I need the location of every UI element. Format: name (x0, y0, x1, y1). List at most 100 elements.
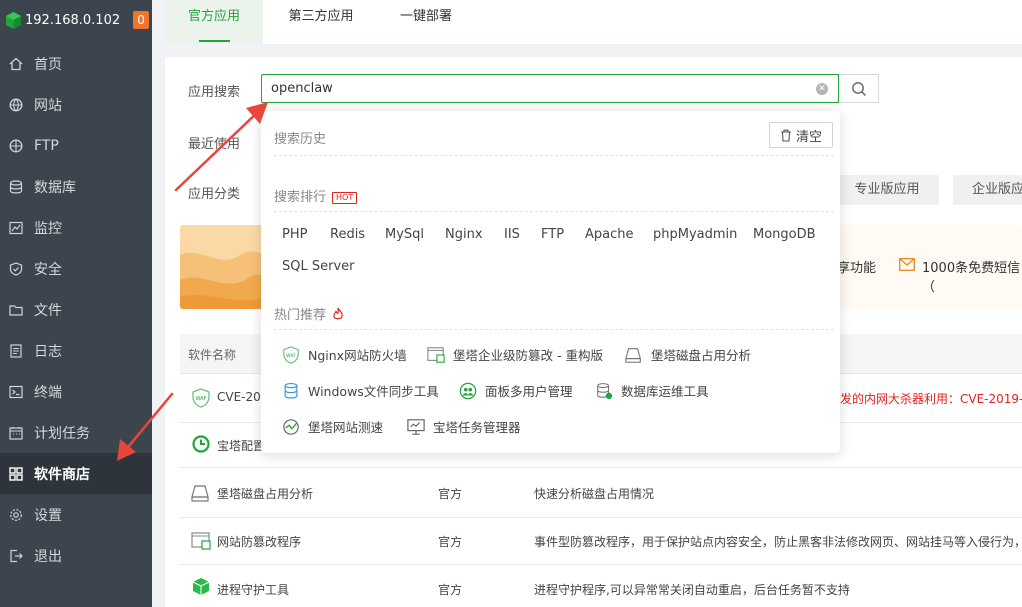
tamper-icon (427, 346, 445, 364)
sidebar-nav: 首页 网站 FTP 数据库 监控 安全 文件 日志 终端 计划任务 软件商店 设… (0, 43, 152, 576)
sidebar-item-website[interactable]: 网站 (0, 84, 152, 125)
recommend-label: 堡塔企业级防篡改 - 重构版 (453, 348, 603, 363)
message-count-badge[interactable]: 0 (133, 11, 150, 29)
disk-icon (625, 346, 643, 364)
recommend-nginx-waf[interactable]: WAF Nginx网站防火墙 (282, 345, 407, 364)
keyword-sql-server[interactable]: SQL Server (282, 259, 355, 274)
sidebar-item-app-store[interactable]: 软件商店 (0, 453, 152, 494)
app-type-tabs: 官方应用 第三方应用 一键部署 (165, 0, 1022, 44)
sidebar-item-files[interactable]: 文件 (0, 289, 152, 330)
clear-history-button[interactable]: 清空 (769, 122, 833, 148)
recommend-label: 面板多用户管理 (485, 384, 573, 399)
keyword-php[interactable]: PHP (282, 227, 307, 242)
green-clock-icon (192, 435, 210, 453)
keyword-apache[interactable]: Apache (585, 227, 634, 242)
recommend-db-ops-tool[interactable]: 数据库运维工具 (595, 381, 709, 400)
recommend-enterprise-tamper[interactable]: 堡塔企业级防篡改 - 重构版 (427, 345, 603, 364)
row-name: 堡塔磁盘占用分析 (217, 487, 314, 501)
mail-icon (899, 258, 915, 271)
row-description: 事件型防篡改程序，用于保护站点内容安全，防止黑客非法修改网页、网站挂马等入侵行为… (534, 535, 1022, 549)
divider (274, 155, 834, 156)
sidebar-item-cron[interactable]: 计划任务 (0, 412, 152, 453)
keyword-redis[interactable]: Redis (330, 227, 365, 242)
row-type: 官方 (438, 583, 463, 597)
banner-feature-text: 享功能 (837, 261, 877, 276)
tab-one-click-deploy[interactable]: 一键部署 (391, 0, 461, 44)
recommend-label: 宝塔任务管理器 (433, 420, 521, 435)
recent-label: 最近使用 (188, 137, 241, 152)
calendar-icon (9, 426, 23, 440)
sidebar-item-logout[interactable]: 退出 (0, 535, 152, 576)
monitor-icon (9, 221, 23, 235)
keyword-mysql[interactable]: MySql (385, 227, 424, 242)
sidebar-item-label: 文件 (34, 302, 62, 319)
keyword-phpmyadmin[interactable]: phpMyadmin (653, 227, 737, 242)
sidebar-item-database[interactable]: 数据库 (0, 166, 152, 207)
sidebar-item-label: 计划任务 (34, 425, 90, 442)
category-label: 应用分类 (188, 187, 241, 202)
recommend-multi-user[interactable]: 面板多用户管理 (459, 381, 573, 400)
table-row[interactable]: 网站防篡改程序 官方 事件型防篡改程序，用于保护站点内容安全，防止黑客非法修改网… (180, 518, 1022, 565)
sidebar-item-label: 数据库 (34, 179, 76, 196)
keyword-mongodb[interactable]: MongoDB (753, 227, 816, 242)
clear-history-label: 清空 (795, 129, 822, 145)
server-ip: 192.168.0.102 (25, 12, 121, 28)
recommend-label: Nginx网站防火墙 (308, 348, 407, 363)
svg-text:WAF: WAF (286, 352, 296, 358)
speed-icon (282, 418, 300, 436)
recommend-task-manager[interactable]: 宝塔任务管理器 (407, 417, 521, 436)
recommend-label: 数据库运维工具 (621, 384, 709, 399)
sidebar-item-label: FTP (34, 137, 59, 154)
search-history-title: 搜索历史 (274, 132, 327, 147)
divider (274, 211, 834, 212)
sidebar-item-monitor[interactable]: 监控 (0, 207, 152, 248)
waf-icon: WAF (192, 388, 210, 408)
search-box: ✕ (261, 74, 839, 103)
search-icon (851, 81, 866, 96)
app-search-input[interactable] (262, 75, 802, 102)
sidebar-item-ftp[interactable]: FTP (0, 125, 152, 166)
recommend-disk-analysis[interactable]: 堡塔磁盘占用分析 (625, 345, 751, 364)
row-name: 宝塔配置 (217, 439, 266, 453)
search-suggestion-dropdown: 搜索历史 清空 搜索排行 HOT PHP Redis MySql Nginx II… (261, 111, 840, 453)
category-pro-button[interactable]: 专业版应用 (835, 175, 939, 205)
sidebar-item-label: 安全 (34, 261, 62, 278)
table-row[interactable]: 堡塔磁盘占用分析 官方 快速分析磁盘占用情况 (180, 468, 1022, 518)
hot-recommend-title: 热门推荐 (274, 304, 344, 323)
sidebar-item-label: 首页 (34, 56, 62, 73)
clear-search-icon[interactable]: ✕ (816, 83, 828, 95)
category-enterprise-button[interactable]: 企业版应用 (953, 175, 1022, 205)
tab-official-apps[interactable]: 官方应用 (165, 0, 263, 44)
table-row[interactable]: 进程守护工具 官方 进程守护程序,可以异常常关闭自动重启，后台任务暂不支持 (180, 565, 1022, 607)
sidebar-item-label: 终端 (34, 384, 62, 401)
recommend-windows-sync[interactable]: Windows文件同步工具 (282, 381, 439, 400)
disk-icon (191, 485, 209, 502)
sidebar-item-settings[interactable]: 设置 (0, 494, 152, 535)
row-type: 官方 (438, 487, 463, 501)
sidebar-item-label: 监控 (34, 220, 62, 237)
keyword-ftp[interactable]: FTP (541, 227, 564, 242)
shield-icon (9, 261, 23, 276)
hot-recommend-text: 热门推荐 (274, 308, 327, 323)
search-button[interactable] (839, 74, 879, 103)
keyword-iis[interactable]: IIS (504, 227, 520, 242)
search-label: 应用搜索 (188, 85, 241, 100)
keyword-nginx[interactable]: Nginx (445, 227, 483, 242)
hot-tag: HOT (332, 191, 358, 204)
process-icon (192, 578, 210, 595)
sidebar-item-label: 软件商店 (34, 466, 90, 483)
row-name: 进程守护工具 (217, 583, 290, 597)
divider (274, 329, 834, 330)
sidebar-item-security[interactable]: 安全 (0, 248, 152, 289)
sidebar-item-terminal[interactable]: 终端 (0, 371, 152, 412)
tab-third-party-apps[interactable]: 第三方应用 (281, 0, 361, 44)
sidebar-item-label: 设置 (34, 507, 62, 524)
sidebar: 192.168.0.102 0 首页 网站 FTP 数据库 监控 安全 文件 日… (0, 0, 152, 607)
bt-logo-icon (6, 11, 21, 29)
row-description: 进程守护程序,可以异常常关闭自动重启，后台任务暂不支持 (534, 583, 850, 597)
sidebar-item-home[interactable]: 首页 (0, 43, 152, 84)
sidebar-item-label: 网站 (34, 97, 62, 114)
recommend-site-speed-test[interactable]: 堡塔网站测速 (282, 417, 383, 436)
sidebar-item-logs[interactable]: 日志 (0, 330, 152, 371)
database-icon (9, 179, 23, 194)
